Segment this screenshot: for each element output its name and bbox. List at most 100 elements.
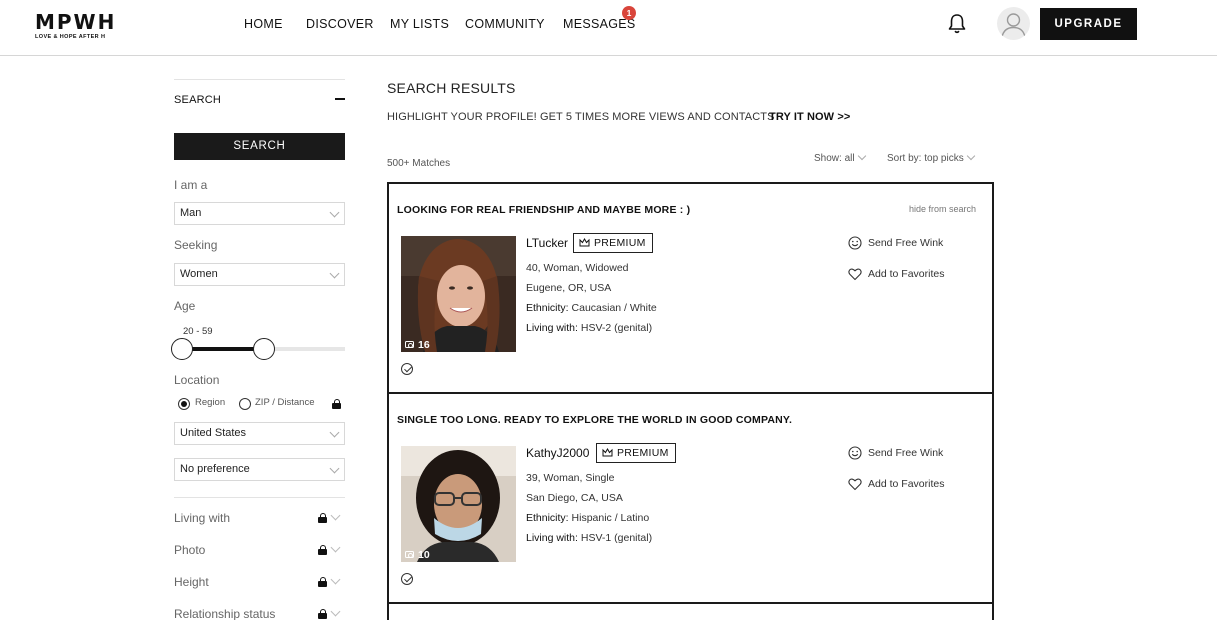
chevron-down-icon — [329, 463, 340, 474]
chevron-down-icon — [330, 606, 341, 617]
top-navbar: MPWH LOVE & HOPE AFTER H HOME DISCOVER M… — [0, 0, 1217, 56]
bell-icon[interactable] — [947, 13, 967, 35]
filter-label: Photo — [174, 543, 206, 557]
show-filter-dropdown[interactable]: Show: all — [814, 151, 866, 164]
nav-community[interactable]: COMMUNITY — [465, 17, 545, 31]
filter-label: Height — [174, 575, 209, 589]
age-label: Age — [174, 299, 196, 313]
country-value: United States — [180, 427, 247, 439]
add-to-favorites-label: Add to Favorites — [868, 268, 945, 280]
site-logo[interactable]: MPWH LOVE & HOPE AFTER H — [35, 11, 116, 40]
age-slider-range — [182, 347, 264, 351]
sort-dropdown[interactable]: Sort by: top picks — [887, 151, 975, 164]
photo-count-value: 16 — [418, 339, 430, 351]
filter-photo[interactable]: Photo — [174, 542, 345, 563]
region-select[interactable]: No preference — [174, 458, 345, 481]
matches-count: 500+ Matches — [387, 158, 451, 169]
zip-distance-radio[interactable] — [239, 398, 251, 410]
premium-label: PREMIUM — [594, 237, 646, 249]
search-heading: SEARCH — [174, 94, 222, 106]
profile-card[interactable]: SINGLE TOO LONG. READY TO EXPLORE THE WO… — [387, 392, 994, 604]
seeking-value: Women — [180, 268, 218, 280]
try-it-now-link[interactable]: TRY IT NOW >> — [769, 111, 850, 123]
profile-photo-image — [401, 446, 516, 562]
chevron-down-icon — [857, 151, 866, 161]
messages-badge: 1 — [622, 6, 636, 20]
collapse-icon[interactable] — [335, 98, 345, 100]
search-button[interactable]: SEARCH — [174, 133, 345, 160]
sort-label: Sort by: top picks — [887, 153, 964, 164]
chevron-down-icon — [329, 268, 340, 279]
chevron-down-icon — [329, 427, 340, 438]
i-am-value: Man — [180, 207, 202, 219]
profile-location: Eugene, OR, USA — [526, 282, 612, 294]
lock-icon — [318, 577, 327, 587]
crown-icon — [579, 238, 590, 247]
age-min-handle[interactable] — [171, 338, 193, 360]
region-radio[interactable] — [178, 398, 190, 410]
profile-username[interactable]: LTucker — [526, 236, 568, 250]
filter-label: Living with — [174, 511, 231, 525]
crown-icon — [602, 448, 613, 457]
country-select[interactable]: United States — [174, 422, 345, 445]
lock-icon — [318, 545, 327, 555]
ethnicity-value: Hispanic / Latino — [571, 512, 650, 524]
i-am-select[interactable]: Man — [174, 202, 345, 225]
living-with-value: HSV-1 (genital) — [580, 532, 653, 544]
photo-count: 10 — [405, 549, 430, 561]
hide-from-search-link[interactable]: hide from search — [909, 204, 976, 214]
verified-check-icon — [401, 363, 413, 375]
premium-label: PREMIUM — [617, 447, 669, 459]
profile-username[interactable]: KathyJ2000 — [526, 446, 589, 460]
seeking-select[interactable]: Women — [174, 263, 345, 286]
upgrade-button[interactable]: UPGRADE — [1040, 8, 1137, 40]
age-max-handle[interactable] — [253, 338, 275, 360]
logo-title: MPWH — [35, 10, 117, 34]
lock-icon — [318, 513, 327, 523]
filter-label: Relationship status — [174, 607, 276, 620]
ethnicity-key: Ethnicity: — [526, 512, 569, 524]
seeking-label: Seeking — [174, 238, 218, 252]
profile-photo-image — [401, 236, 516, 352]
i-am-label: I am a — [174, 178, 208, 192]
show-filter-label: Show: all — [814, 153, 855, 164]
sidebar-divider — [174, 79, 345, 80]
location-label: Location — [174, 373, 220, 387]
chevron-down-icon — [330, 510, 341, 521]
profile-card[interactable]: LOOKING FOR REAL FRIENDSHIP AND MAYBE MO… — [387, 182, 994, 394]
photo-count-value: 10 — [418, 549, 430, 561]
smiley-icon — [848, 446, 862, 460]
profile-photo[interactable]: 16 — [401, 236, 516, 352]
profile-photo[interactable]: 10 — [401, 446, 516, 562]
profile-details: 39, Woman, Single — [526, 472, 615, 484]
nav-discover[interactable]: DISCOVER — [306, 17, 374, 31]
send-wink-label: Send Free Wink — [868, 237, 944, 249]
ethnicity-value: Caucasian / White — [571, 302, 657, 314]
chevron-down-icon — [966, 151, 975, 161]
user-avatar[interactable] — [997, 7, 1030, 40]
camera-icon — [405, 551, 414, 558]
nav-home[interactable]: HOME — [244, 17, 283, 31]
living-with-key: Living with: — [526, 322, 578, 334]
chevron-down-icon — [330, 574, 341, 585]
filter-height[interactable]: Height — [174, 574, 345, 595]
nav-my-lists[interactable]: MY LISTS — [390, 17, 449, 31]
profile-card[interactable] — [387, 602, 994, 620]
zip-distance-radio-label: ZIP / Distance — [255, 397, 315, 408]
region-radio-label: Region — [195, 397, 226, 408]
filter-relationship-status[interactable]: Relationship status — [174, 606, 345, 620]
profile-location: San Diego, CA, USA — [526, 492, 623, 504]
filter-living-with[interactable]: Living with — [174, 510, 345, 531]
highlight-promo-text: HIGHLIGHT YOUR PROFILE! GET 5 TIMES MORE… — [387, 111, 775, 123]
page-title: SEARCH RESULTS — [387, 80, 516, 96]
profile-living-with: Living with: HSV-1 (genital) — [526, 532, 652, 544]
profile-ethnicity: Ethnicity: Hispanic / Latino — [526, 512, 649, 524]
lock-icon — [318, 609, 327, 619]
verified-check-icon — [401, 573, 413, 585]
heart-icon — [848, 268, 862, 281]
add-to-favorites-label: Add to Favorites — [868, 478, 945, 490]
camera-icon — [405, 341, 414, 348]
profile-living-with: Living with: HSV-2 (genital) — [526, 322, 652, 334]
profile-ethnicity: Ethnicity: Caucasian / White — [526, 302, 657, 314]
chevron-down-icon — [330, 542, 341, 553]
